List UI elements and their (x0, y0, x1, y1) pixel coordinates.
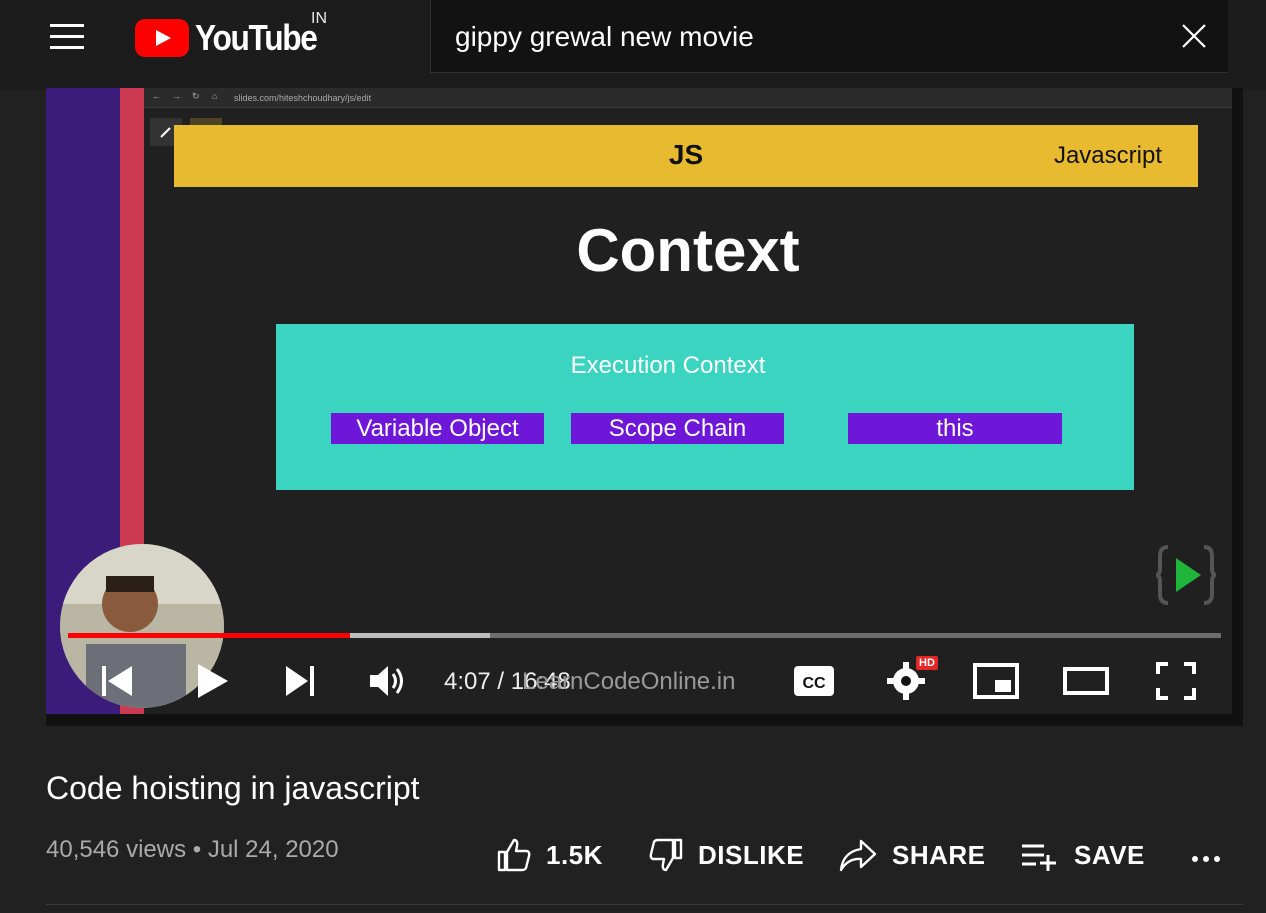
dislike-button[interactable]: DISLIKE (646, 836, 804, 874)
menu-icon[interactable] (50, 24, 86, 50)
forward-arrow-icon: → (172, 91, 181, 101)
next-icon[interactable] (280, 660, 320, 702)
share-icon (839, 839, 877, 872)
previous-icon[interactable] (96, 660, 136, 702)
progress-bar[interactable] (68, 633, 1221, 638)
chip-scope-chain: Scope Chain (571, 413, 784, 444)
execution-context-box: Execution Context Variable Object Scope … (276, 324, 1134, 490)
share-button[interactable]: SHARE (838, 836, 986, 874)
more-actions-button[interactable] (1190, 836, 1222, 874)
fullscreen-icon[interactable] (1154, 660, 1198, 702)
chip-variable-object: Variable Object (331, 413, 544, 444)
like-button[interactable]: 1.5K (496, 836, 603, 874)
slide-heading: Context (576, 217, 800, 284)
home-icon: ⌂ (212, 91, 218, 101)
masthead: YouTube IN (0, 0, 1266, 90)
video-player[interactable]: ← → ↻ ⌂ slides.com/hiteshchoudhary/js/ed… (46, 88, 1243, 726)
add-to-playlist-icon (1022, 844, 1056, 871)
slide-banner: JS Javascript (174, 125, 1198, 187)
volume-icon[interactable] (366, 660, 410, 702)
save-label: SAVE (1074, 839, 1145, 870)
close-icon[interactable] (1180, 22, 1208, 50)
captions-icon[interactable]: CC (792, 660, 836, 702)
back-arrow-icon: ← (152, 91, 161, 101)
hd-badge: HD (916, 656, 938, 670)
more-options-icon (1192, 856, 1220, 862)
search-input[interactable] (455, 18, 1155, 56)
progress-played (68, 633, 351, 638)
chip-this: this (848, 413, 1062, 444)
logo-text: YouTube (195, 17, 318, 58)
thumbs-down-icon (649, 838, 683, 872)
miniplayer-icon[interactable] (972, 660, 1020, 702)
player-controls: 4:07 / 16:48 LearnCodeOnline.in CC HD (46, 648, 1243, 714)
video-title: Code hoisting in javascript (46, 770, 420, 806)
country-code: IN (311, 10, 327, 27)
banner-title: JS (668, 139, 704, 170)
save-button[interactable]: SAVE (1020, 836, 1145, 874)
video-frame: ← → ↻ ⌂ slides.com/hiteshchoudhary/js/ed… (144, 88, 1232, 714)
play-icon[interactable] (192, 660, 232, 702)
svg-text:CC: CC (802, 675, 826, 692)
dislike-label: DISLIKE (698, 839, 805, 870)
search-box (430, 0, 1228, 73)
learncodeonline-logo-icon (1156, 545, 1216, 605)
execution-context-title: Execution Context (570, 352, 766, 379)
share-label: SHARE (892, 839, 986, 870)
browser-toolbar: ← → ↻ ⌂ slides.com/hiteshchoudhary/js/ed… (144, 88, 1232, 108)
youtube-play-icon (135, 19, 189, 57)
banner-subtitle: Javascript (1053, 142, 1162, 169)
youtube-logo[interactable]: YouTube (135, 17, 333, 58)
browser-url: slides.com/hiteshchoudhary/js/edit (234, 93, 372, 103)
like-count: 1.5K (546, 839, 603, 870)
video-meta: 40,546 views • Jul 24, 2020 (46, 836, 339, 863)
watermark-text: LearnCodeOnline.in (522, 668, 736, 695)
theater-mode-icon[interactable] (1062, 660, 1110, 702)
reload-icon: ↻ (192, 91, 200, 101)
thumbs-up-icon (497, 838, 531, 872)
divider (46, 904, 1243, 905)
